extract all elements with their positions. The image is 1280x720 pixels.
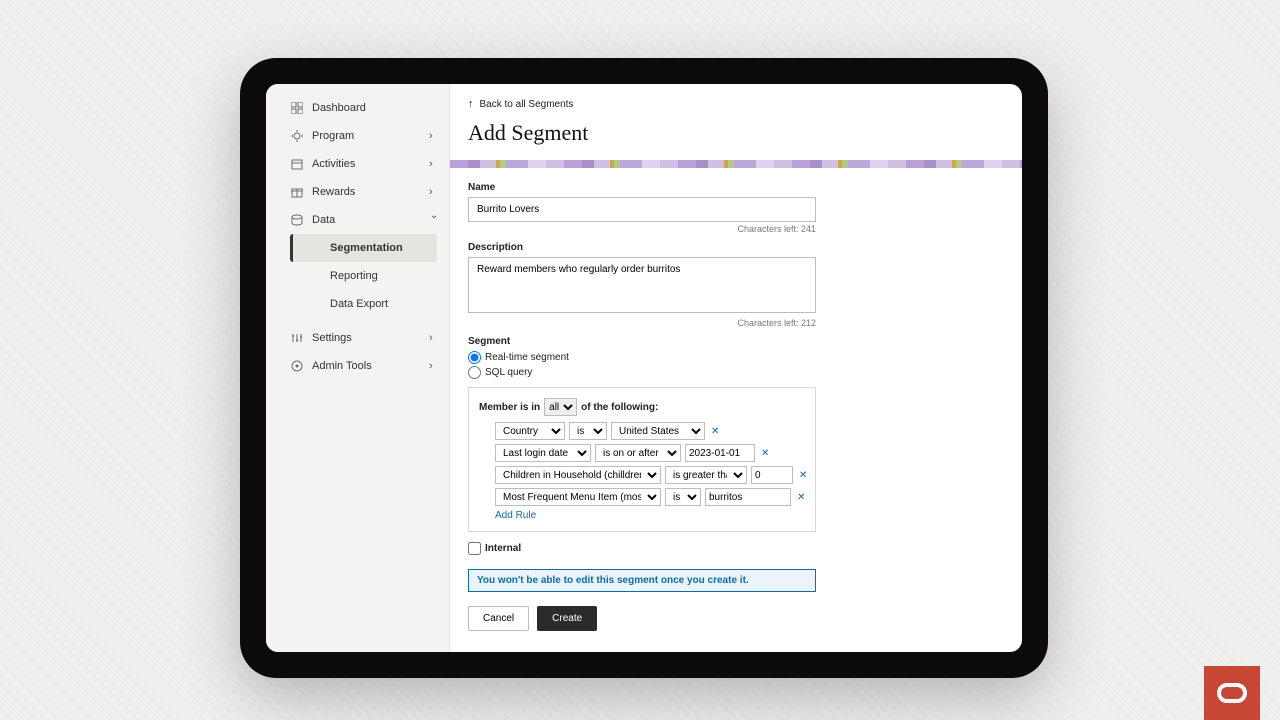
- sidebar-subitem-reporting[interactable]: Reporting: [290, 262, 437, 290]
- form-actions: Cancel Create: [468, 606, 816, 631]
- rule-field-select[interactable]: Country: [495, 422, 565, 440]
- chevron-right-icon: ›: [429, 158, 439, 170]
- admin-icon: [290, 359, 304, 373]
- create-button[interactable]: Create: [537, 606, 597, 631]
- sidebar-item-data[interactable]: Data ›: [266, 206, 449, 234]
- rules-quantifier-select[interactable]: all: [544, 398, 577, 416]
- rule-field-select[interactable]: Last login date: [495, 444, 591, 462]
- sidebar-item-label: Activities: [312, 158, 355, 170]
- remove-rule-icon[interactable]: ✕: [795, 492, 807, 503]
- rewards-icon: [290, 185, 304, 199]
- sidebar-item-rewards[interactable]: Rewards ›: [266, 178, 449, 206]
- cancel-button[interactable]: Cancel: [468, 606, 529, 631]
- tablet-frame: Dashboard Program › Activities › Rewards…: [240, 58, 1048, 678]
- page-title: Add Segment: [468, 120, 1006, 146]
- sidebar-subitem-label: Segmentation: [330, 242, 403, 254]
- rules-header: Member is in all of the following:: [479, 398, 805, 416]
- chevron-right-icon: ›: [429, 360, 439, 372]
- rule-field-select[interactable]: Most Frequent Menu Item (most_frequent_m…: [495, 488, 661, 506]
- rules-suffix: of the following:: [581, 402, 658, 413]
- remove-rule-icon[interactable]: ✕: [709, 426, 721, 437]
- radio-realtime-input[interactable]: [468, 351, 481, 364]
- sidebar-item-settings[interactable]: Settings ›: [266, 324, 449, 352]
- description-counter: Characters left: 212: [468, 318, 816, 328]
- arrow-up-icon: ↑: [468, 98, 474, 110]
- remove-rule-icon[interactable]: ✕: [797, 470, 809, 481]
- chevron-right-icon: ›: [429, 130, 439, 142]
- sidebar-item-label: Admin Tools: [312, 360, 372, 372]
- sidebar-item-label: Rewards: [312, 186, 355, 198]
- radio-sql[interactable]: SQL query: [468, 366, 816, 379]
- chevron-down-icon: ›: [428, 215, 440, 225]
- rule-value-select[interactable]: United States: [611, 422, 705, 440]
- settings-icon: [290, 331, 304, 345]
- radio-sql-label: SQL query: [485, 367, 532, 378]
- sidebar-item-label: Dashboard: [312, 102, 366, 114]
- back-link[interactable]: ↑ Back to all Segments: [468, 98, 573, 110]
- warning-banner: You won't be able to edit this segment o…: [468, 569, 816, 592]
- back-link-label: Back to all Segments: [480, 99, 574, 110]
- rule-value-input[interactable]: [685, 444, 755, 462]
- internal-checkbox[interactable]: [468, 542, 481, 555]
- radio-realtime[interactable]: Real-time segment: [468, 351, 816, 364]
- sidebar-subitem-label: Reporting: [330, 270, 378, 282]
- sidebar-item-label: Data: [312, 214, 335, 226]
- sidebar-item-activities[interactable]: Activities ›: [266, 150, 449, 178]
- name-input[interactable]: [468, 197, 816, 222]
- program-icon: [290, 129, 304, 143]
- rule-operator-select[interactable]: is on or after: [595, 444, 681, 462]
- rule-operator-select[interactable]: is: [665, 488, 701, 506]
- add-rule-link[interactable]: Add Rule: [495, 510, 805, 521]
- internal-checkbox-row[interactable]: Internal: [468, 542, 816, 555]
- rule-operator-select[interactable]: is: [569, 422, 607, 440]
- radio-sql-input[interactable]: [468, 366, 481, 379]
- rules-prefix: Member is in: [479, 402, 540, 413]
- rule-line-1: Country is United States ✕: [495, 422, 805, 440]
- sidebar-item-dashboard[interactable]: Dashboard: [266, 94, 449, 122]
- sidebar-item-admin-tools[interactable]: Admin Tools ›: [266, 352, 449, 380]
- name-label: Name: [468, 182, 816, 193]
- name-counter: Characters left: 241: [468, 224, 816, 234]
- sidebar-subitem-label: Data Export: [330, 298, 388, 310]
- activities-icon: [290, 157, 304, 171]
- sidebar-subitem-segmentation[interactable]: Segmentation: [290, 234, 437, 262]
- segment-form: Name Characters left: 241 Description Ch…: [468, 182, 816, 631]
- app-screen: Dashboard Program › Activities › Rewards…: [266, 84, 1022, 652]
- rule-value-input[interactable]: [751, 466, 793, 484]
- chevron-right-icon: ›: [429, 186, 439, 198]
- description-label: Description: [468, 242, 816, 253]
- rule-line-3: Children in Household (chilldren_in_hous…: [495, 466, 805, 484]
- segment-type-label: Segment: [468, 336, 816, 347]
- decorative-stripe: [450, 160, 1022, 168]
- main-content: ↑ Back to all Segments Add Segment Name …: [450, 84, 1022, 652]
- description-input[interactable]: [468, 257, 816, 313]
- chevron-right-icon: ›: [429, 332, 439, 344]
- sidebar: Dashboard Program › Activities › Rewards…: [266, 84, 450, 652]
- rule-line-4: Most Frequent Menu Item (most_frequent_m…: [495, 488, 805, 506]
- rules-card: Member is in all of the following: Count…: [468, 387, 816, 532]
- dashboard-icon: [290, 101, 304, 115]
- oracle-o-icon: [1217, 683, 1247, 703]
- rule-field-select[interactable]: Children in Household (chilldren_in_hous…: [495, 466, 661, 484]
- sidebar-item-label: Program: [312, 130, 354, 142]
- rule-operator-select[interactable]: is greater than: [665, 466, 747, 484]
- rule-line-2: Last login date is on or after ✕: [495, 444, 805, 462]
- sidebar-item-label: Settings: [312, 332, 352, 344]
- radio-realtime-label: Real-time segment: [485, 352, 569, 363]
- remove-rule-icon[interactable]: ✕: [759, 448, 771, 459]
- sidebar-item-program[interactable]: Program ›: [266, 122, 449, 150]
- data-icon: [290, 213, 304, 227]
- rule-value-input[interactable]: [705, 488, 791, 506]
- oracle-logo-badge: [1204, 666, 1260, 720]
- sidebar-subitem-data-export[interactable]: Data Export: [290, 290, 437, 318]
- internal-label: Internal: [485, 543, 521, 554]
